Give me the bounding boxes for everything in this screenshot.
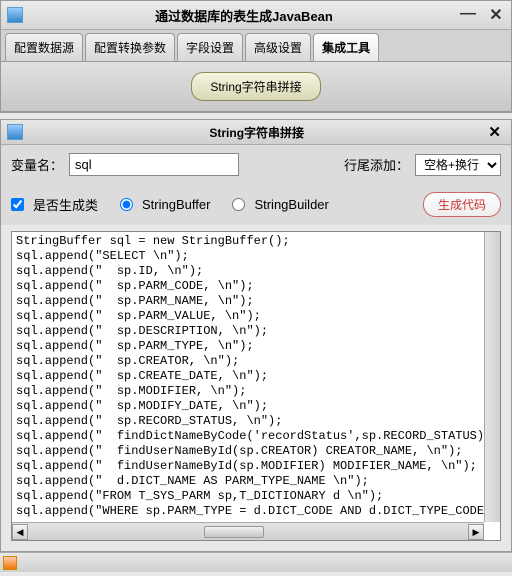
tab-integration-tools[interactable]: 集成工具: [313, 33, 379, 61]
form-row-options: 是否生成类 StringBuffer StringBuilder 生成代码: [1, 184, 511, 225]
tab-advanced[interactable]: 高级设置: [245, 33, 311, 61]
var-input[interactable]: [69, 153, 239, 176]
form-row-var: 变量名： 行尾添加： 空格+换行: [1, 145, 511, 184]
stringbuffer-radio[interactable]: [120, 198, 133, 211]
app-icon: [7, 7, 23, 23]
sub-app-icon: [7, 124, 23, 140]
main-title: 通过数据库的表生成JavaBean: [29, 6, 459, 25]
scroll-thumb[interactable]: [204, 526, 264, 538]
sub-titlebar: String字符串拼接 ✕: [1, 120, 511, 145]
main-titlebar: 通过数据库的表生成JavaBean — ✕: [1, 1, 511, 30]
line-end-select[interactable]: 空格+换行: [415, 154, 501, 176]
line-end-label: 行尾添加：: [344, 155, 409, 174]
sub-window: String字符串拼接 ✕ 变量名： 行尾添加： 空格+换行 是否生成类 Str…: [0, 119, 512, 552]
window-controls: — ✕: [459, 5, 505, 25]
status-icon: [3, 556, 17, 570]
stringbuffer-label: StringBuffer: [142, 197, 210, 212]
gen-class-checkbox[interactable]: [11, 198, 24, 211]
minimize-icon[interactable]: —: [459, 5, 477, 25]
code-content[interactable]: StringBuffer sql = new StringBuffer(); s…: [12, 232, 500, 524]
sub-close-icon[interactable]: ✕: [484, 123, 505, 141]
vertical-scrollbar[interactable]: [484, 232, 500, 522]
var-label: 变量名：: [11, 155, 63, 174]
scroll-left-icon[interactable]: ◀: [12, 524, 28, 540]
stringbuilder-radio[interactable]: [232, 198, 245, 211]
scroll-track[interactable]: [28, 525, 468, 539]
generate-code-button[interactable]: 生成代码: [423, 192, 501, 217]
status-bar: [0, 552, 512, 572]
tab-datasource[interactable]: 配置数据源: [5, 33, 83, 61]
tab-field-settings[interactable]: 字段设置: [177, 33, 243, 61]
tab-bar: 配置数据源 配置转换参数 字段设置 高级设置 集成工具: [1, 30, 511, 62]
main-window: 通过数据库的表生成JavaBean — ✕ 配置数据源 配置转换参数 字段设置 …: [0, 0, 512, 113]
scroll-right-icon[interactable]: ▶: [468, 524, 484, 540]
close-icon[interactable]: ✕: [487, 5, 505, 25]
sub-title: String字符串拼接: [29, 124, 484, 141]
tab-convert-params[interactable]: 配置转换参数: [85, 33, 175, 61]
code-area: StringBuffer sql = new StringBuffer(); s…: [11, 231, 501, 541]
string-concat-button[interactable]: String字符串拼接: [191, 72, 320, 101]
main-toolbar: String字符串拼接: [1, 62, 511, 112]
horizontal-scrollbar[interactable]: ◀ ▶: [12, 522, 484, 540]
gen-class-label: 是否生成类: [33, 195, 98, 214]
stringbuilder-label: StringBuilder: [254, 197, 328, 212]
